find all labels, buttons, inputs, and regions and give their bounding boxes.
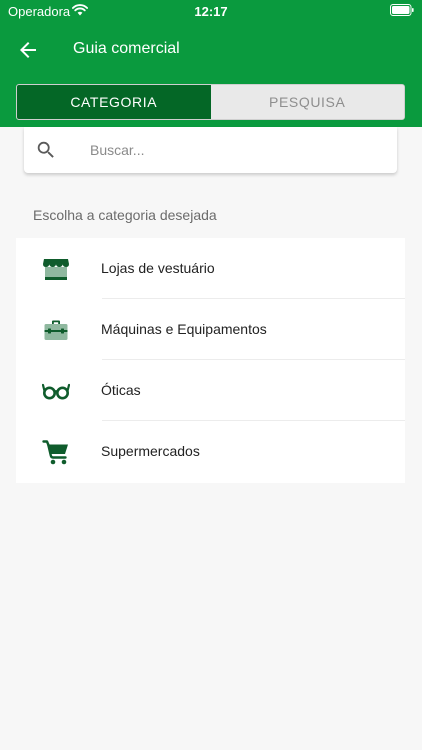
category-label: Máquinas e Equipamentos — [101, 321, 267, 337]
search-input[interactable] — [88, 127, 388, 173]
status-bar: Operadora 12:17 — [0, 0, 422, 22]
page-title: Guia comercial — [73, 40, 180, 57]
category-item-lojas-de-vestuario[interactable]: Lojas de vestuário — [16, 238, 405, 299]
app-header: Operadora 12:17 Guia comercial CATEGORIA… — [0, 0, 422, 127]
search-bar — [24, 127, 397, 173]
storefront-icon — [43, 259, 69, 280]
category-label: Óticas — [101, 382, 141, 398]
battery-icon — [390, 4, 414, 16]
category-item-supermercados[interactable]: Supermercados — [16, 421, 405, 482]
toolbox-icon — [44, 320, 68, 340]
tab-bar: CATEGORIA PESQUISA — [16, 84, 405, 120]
category-list: Lojas de vestuário Máquinas e Equipament… — [16, 238, 405, 483]
back-arrow-icon[interactable] — [16, 38, 40, 62]
tab-categoria[interactable]: CATEGORIA — [17, 85, 211, 119]
category-label: Supermercados — [101, 443, 200, 459]
tab-pesquisa[interactable]: PESQUISA — [210, 85, 404, 119]
status-time: 12:17 — [194, 4, 228, 19]
search-icon — [37, 141, 54, 158]
category-label: Lojas de vestuário — [101, 260, 215, 276]
glasses-icon — [42, 383, 70, 400]
category-item-oticas[interactable]: Óticas — [16, 360, 405, 421]
section-label: Escolha a categoria desejada — [33, 207, 217, 223]
shopping-cart-icon — [42, 440, 68, 465]
category-item-maquinas-e-equipamentos[interactable]: Máquinas e Equipamentos — [16, 299, 405, 360]
